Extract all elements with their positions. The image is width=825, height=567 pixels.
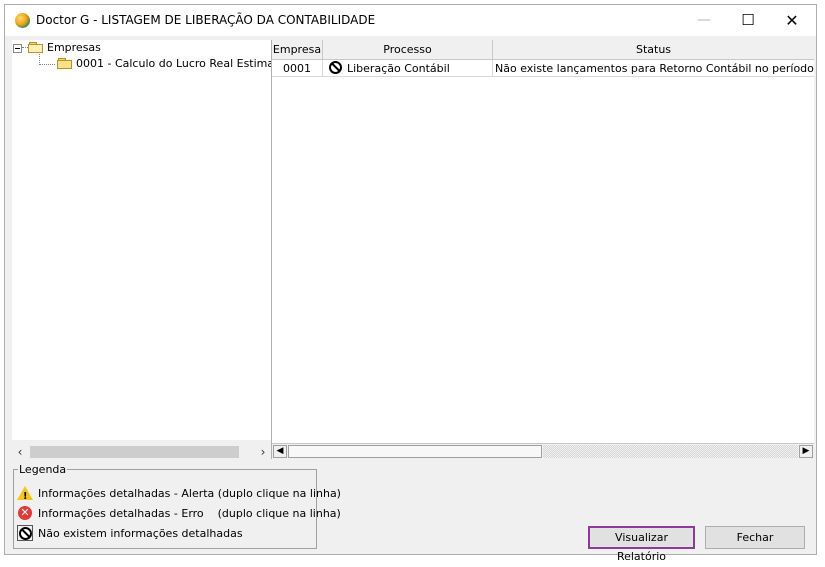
- tree-line: [39, 64, 55, 65]
- title-bar: Doctor G - LISTAGEM DE LIBERAÇÃO DA CONT…: [5, 5, 816, 36]
- no-info-icon: [17, 525, 33, 541]
- scrollbar-track[interactable]: [543, 445, 798, 458]
- legend-group: Legenda ! Informações detalhadas - Alerta…: [13, 463, 341, 549]
- legend-title: Legenda: [18, 463, 68, 476]
- error-icon: ✕: [17, 505, 33, 521]
- legend-item-none: Não existem informações detalhadas: [17, 525, 243, 543]
- scroll-left-icon[interactable]: ◀: [273, 445, 287, 458]
- process-grid[interactable]: Empresa Processo Status 0001 Liberação C…: [271, 40, 814, 459]
- scroll-right-icon[interactable]: ›: [256, 445, 270, 459]
- scroll-left-icon[interactable]: ‹: [13, 445, 27, 459]
- legend-item-error: ✕ Informações detalhadas - Erro (duplo cl…: [17, 505, 341, 523]
- close-window-button[interactable]: ✕: [770, 5, 814, 36]
- warning-icon: !: [17, 485, 33, 502]
- cell-processo: Liberação Contábil: [323, 60, 493, 77]
- collapse-icon[interactable]: [13, 44, 22, 53]
- column-header-processo[interactable]: Processo: [323, 40, 493, 60]
- scroll-right-icon[interactable]: ▶: [799, 445, 813, 458]
- tree-horizontal-scrollbar[interactable]: ‹ ›: [12, 445, 271, 459]
- tree-item-company[interactable]: 0001 - Calculo do Lucro Real Estimado o: [76, 56, 271, 72]
- legend-item-alert-label: Informações detalhadas - Alerta (duplo c…: [38, 487, 341, 500]
- app-logo-icon: [15, 13, 30, 28]
- cell-processo-text: Liberação Contábil: [347, 62, 450, 75]
- company-tree[interactable]: Empresas 0001 - Calculo do Lucro Real Es…: [12, 40, 271, 440]
- main-window: Doctor G - LISTAGEM DE LIBERAÇÃO DA CONT…: [4, 4, 817, 563]
- open-folder-icon: [28, 42, 44, 53]
- scrollbar-thumb[interactable]: [288, 445, 542, 458]
- legend-item-error-label: Informações detalhadas - Erro (duplo cli…: [38, 507, 341, 520]
- column-header-status[interactable]: Status: [493, 40, 814, 60]
- grid-horizontal-scrollbar[interactable]: ◀ ▶: [272, 443, 814, 459]
- folder-icon: [57, 58, 73, 69]
- scrollbar-thumb[interactable]: [30, 446, 239, 458]
- legend-item-alert: ! Informações detalhadas - Alerta (duplo …: [17, 485, 341, 503]
- maximize-button[interactable]: ☐: [726, 5, 770, 36]
- minimize-button[interactable]: —: [682, 5, 726, 36]
- tree-root-label[interactable]: Empresas: [47, 40, 101, 56]
- column-header-empresa[interactable]: Empresa: [272, 40, 323, 60]
- cell-status: Não existe lançamentos para Retorno Cont…: [493, 62, 814, 77]
- cell-empresa: 0001: [272, 60, 323, 77]
- legend-item-none-label: Não existem informações detalhadas: [38, 527, 243, 540]
- view-report-button[interactable]: Visualizar Relatório: [588, 526, 695, 563]
- window-title: Doctor G - LISTAGEM DE LIBERAÇÃO DA CONT…: [36, 13, 376, 27]
- no-info-icon: [329, 61, 342, 74]
- close-button[interactable]: Fechar: [705, 526, 805, 549]
